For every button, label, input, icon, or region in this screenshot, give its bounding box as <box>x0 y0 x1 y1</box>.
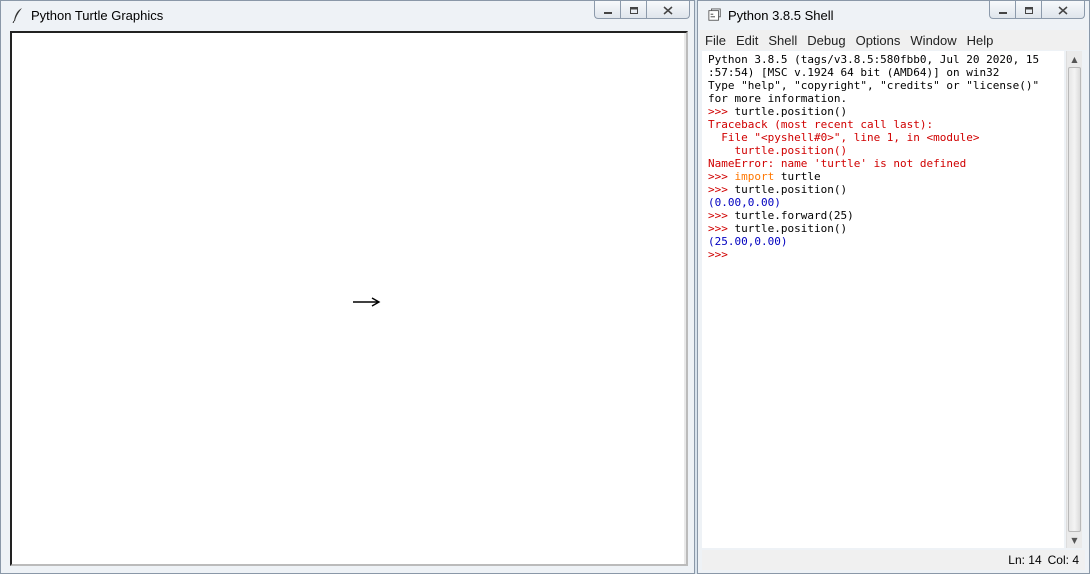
shell-line: :57:54) [MSC v.1924 64 bit (AMD64)] on w… <box>708 66 1064 79</box>
maximize-button[interactable] <box>1015 1 1041 19</box>
scroll-up-icon[interactable]: ▲ <box>1067 51 1082 67</box>
shell-text-segment: turtle.position() <box>734 222 848 235</box>
shell-line: >>> turtle.forward(25) <box>708 209 1064 222</box>
shell-text-segment: Traceback (most recent call last): <box>708 118 934 131</box>
shell-text-segment: turtle <box>774 170 821 183</box>
restore-icon <box>629 0 639 19</box>
shell-line: (0.00,0.00) <box>708 196 1064 209</box>
shell-text-segment: >>> <box>708 105 735 118</box>
shell-text-segment: Type "help", "copyright", "credits" or "… <box>708 79 1040 92</box>
minimize-icon <box>998 0 1008 19</box>
menu-debug[interactable]: Debug <box>802 33 850 48</box>
turtle-titlebar[interactable]: Python Turtle Graphics <box>1 1 694 29</box>
shell-window-title: Python 3.8.5 Shell <box>728 7 834 23</box>
shell-text-segment: >>> <box>708 170 735 183</box>
shell-line: File "<pyshell#0>", line 1, in <module> <box>708 131 1064 144</box>
shell-text-segment: for more information. <box>708 92 848 105</box>
menu-options[interactable]: Options <box>851 33 906 48</box>
close-icon <box>663 0 673 19</box>
turtle-canvas[interactable] <box>10 31 688 566</box>
menu-window[interactable]: Window <box>905 33 961 48</box>
turtle-cursor-icon <box>353 297 381 307</box>
shell-line: >>> turtle.position() <box>708 222 1064 235</box>
menu-file[interactable]: File <box>700 33 731 48</box>
vertical-scrollbar[interactable]: ▲ ▼ <box>1066 51 1082 548</box>
status-line-number: Ln: 14 <box>1008 553 1042 567</box>
shell-text-segment: :57:54) [MSC v.1924 64 bit (AMD64)] on w… <box>708 66 1000 79</box>
python-shell-icon <box>708 7 722 23</box>
shell-text-segment: turtle.forward(25) <box>734 209 854 222</box>
shell-titlebar[interactable]: Python 3.8.5 Shell <box>698 1 1089 29</box>
shell-text-segment: NameError: name 'turtle' is not defined <box>708 157 967 170</box>
shell-line: (25.00,0.00) <box>708 235 1064 248</box>
shell-statusbar: Ln: 14 Col: 4 <box>702 550 1085 570</box>
maximize-button[interactable] <box>620 1 646 19</box>
close-button[interactable] <box>1041 1 1085 19</box>
close-icon <box>1058 0 1068 19</box>
shell-text-segment: turtle.position() <box>734 105 848 118</box>
close-button[interactable] <box>646 1 690 19</box>
shell-text-segment: >>> <box>708 209 735 222</box>
shell-text-segment: File "<pyshell#0>", line 1, in <module> <box>708 131 980 144</box>
status-column-number: Col: 4 <box>1047 553 1079 567</box>
shell-line: NameError: name 'turtle' is not defined <box>708 157 1064 170</box>
shell-line: Python 3.8.5 (tags/v3.8.5:580fbb0, Jul 2… <box>708 53 1064 66</box>
canvas-right-edge <box>684 33 686 564</box>
shell-line: >>> import turtle <box>708 170 1064 183</box>
shell-output-area[interactable]: Python 3.8.5 (tags/v3.8.5:580fbb0, Jul 2… <box>702 51 1064 548</box>
turtle-graphics-window: Python Turtle Graphics <box>0 0 695 574</box>
shell-text-segment: (0.00,0.00) <box>708 196 781 209</box>
scrollbar-thumb[interactable] <box>1068 67 1081 532</box>
python-shell-window: Python 3.8.5 Shell File Edit Shell Debug… <box>697 0 1090 574</box>
shell-text-segment: import <box>734 170 775 183</box>
shell-text-segment: turtle.position() <box>708 144 848 157</box>
shell-text-segment: Python 3.8.5 (tags/v3.8.5:580fbb0, Jul 2… <box>708 53 1040 66</box>
feather-icon <box>11 7 25 23</box>
restore-icon <box>1024 0 1034 19</box>
menu-help[interactable]: Help <box>962 33 999 48</box>
shell-text-segment: turtle.position() <box>734 183 848 196</box>
minimize-button[interactable] <box>989 1 1015 19</box>
scroll-down-icon[interactable]: ▼ <box>1067 532 1082 548</box>
shell-line: >>> turtle.position() <box>708 105 1064 118</box>
shell-line: for more information. <box>708 92 1064 105</box>
menu-edit[interactable]: Edit <box>731 33 763 48</box>
shell-text-segment: >>> <box>708 183 735 196</box>
minimize-button[interactable] <box>594 1 620 19</box>
minimize-icon <box>603 0 613 19</box>
shell-text-segment: >>> <box>708 248 735 261</box>
shell-text-segment: (25.00,0.00) <box>708 235 788 248</box>
shell-line: >>> <box>708 248 1064 261</box>
menu-shell[interactable]: Shell <box>763 33 802 48</box>
shell-text-segment: >>> <box>708 222 735 235</box>
shell-line: Type "help", "copyright", "credits" or "… <box>708 79 1064 92</box>
shell-line: Traceback (most recent call last): <box>708 118 1064 131</box>
shell-line: turtle.position() <box>708 144 1064 157</box>
shell-menubar: File Edit Shell Debug Options Window Hel… <box>700 30 1087 50</box>
shell-line: >>> turtle.position() <box>708 183 1064 196</box>
turtle-window-title: Python Turtle Graphics <box>31 7 164 23</box>
